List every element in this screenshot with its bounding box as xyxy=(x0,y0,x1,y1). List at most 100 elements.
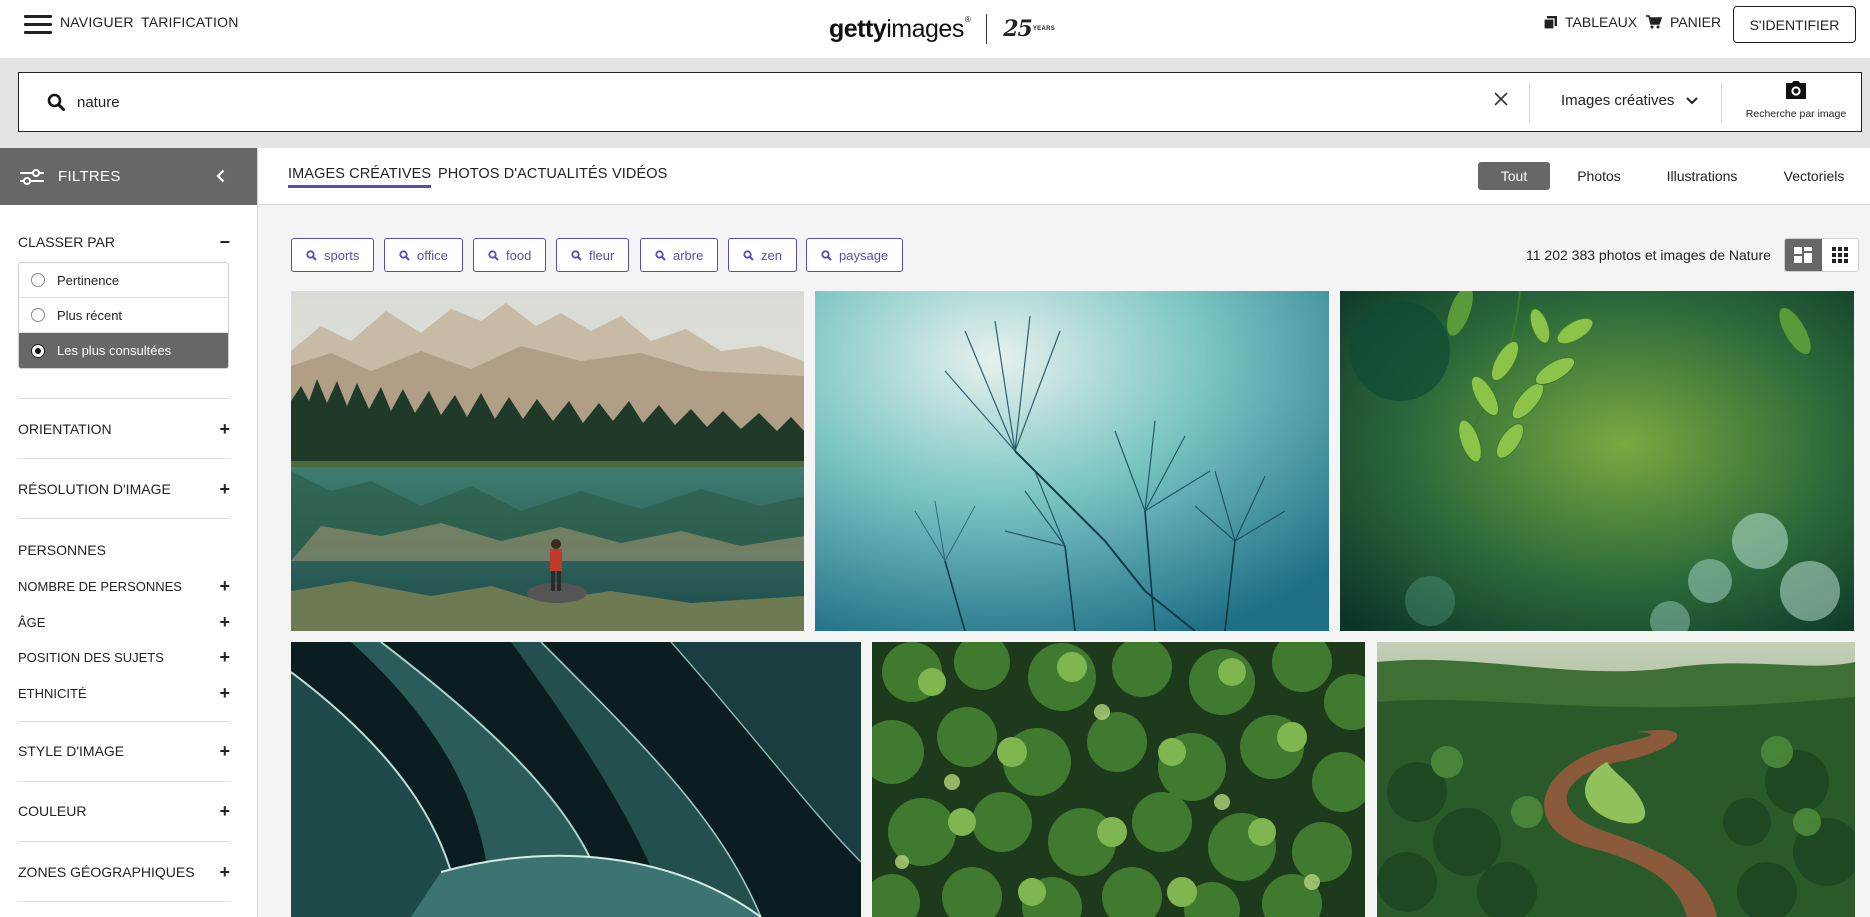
cart-label: PANIER xyxy=(1670,14,1722,30)
sort-section-header[interactable]: CLASSER PAR − xyxy=(18,233,230,251)
logo-bold-text: getty xyxy=(829,14,887,43)
expand-plus-icon: + xyxy=(219,862,230,882)
chip-office[interactable]: office xyxy=(384,238,463,272)
logo-divider xyxy=(986,14,988,44)
filter-label: ÂGE xyxy=(18,614,46,630)
sort-option-newest[interactable]: Plus récent xyxy=(19,298,228,333)
chip-zen[interactable]: zen xyxy=(728,238,797,272)
grid-view-icon xyxy=(1831,247,1848,263)
filter-ethnicity[interactable]: ETHNICITÉ + xyxy=(18,684,230,702)
expand-plus-icon: + xyxy=(219,741,230,761)
result-image-dandelion[interactable] xyxy=(815,291,1329,631)
chip-sports[interactable]: sports xyxy=(291,238,375,272)
chip-fleur[interactable]: fleur xyxy=(556,238,630,272)
sort-options: Pertinence Plus récent Les plus consulté… xyxy=(18,262,229,369)
sort-title: CLASSER PAR xyxy=(18,234,115,250)
boards-link[interactable]: TABLEAUX xyxy=(1544,14,1637,30)
filter-label: COULEUR xyxy=(18,803,87,819)
filter-label: RÉSOLUTION D'IMAGE xyxy=(18,481,171,497)
filter-people-count[interactable]: NOMBRE DE PERSONNES + xyxy=(18,577,230,595)
search-icon xyxy=(743,249,754,261)
search-type-dropdown[interactable]: Images créatives xyxy=(1561,92,1699,109)
search-icon xyxy=(821,249,832,261)
filter-geography[interactable]: ZONES GÉOGRAPHIQUES + xyxy=(18,863,230,881)
chip-paysage[interactable]: paysage xyxy=(806,238,904,272)
expand-plus-icon: + xyxy=(219,419,230,439)
chip-label: office xyxy=(417,247,448,263)
search-input[interactable] xyxy=(75,87,1475,117)
mosaic-view-button[interactable] xyxy=(1785,239,1822,271)
search-area: Images créatives Recherche par image xyxy=(0,58,1870,148)
grid-view-button[interactable] xyxy=(1822,239,1859,271)
image-search-button[interactable]: Recherche par image xyxy=(1741,81,1851,120)
green-leaves-photo xyxy=(1340,291,1854,631)
filter-orientation[interactable]: ORIENTATION + xyxy=(18,420,230,438)
sidebar-divider xyxy=(18,781,230,782)
signin-button[interactable]: S'IDENTIFIER xyxy=(1733,6,1856,43)
result-image-agave[interactable] xyxy=(291,642,861,917)
search-type-label: Images créatives xyxy=(1561,92,1675,109)
tab-creative-images[interactable]: IMAGES CRÉATIVES xyxy=(288,166,432,188)
sort-option-label: Les plus consultées xyxy=(57,343,172,358)
asset-type-all[interactable]: Tout xyxy=(1478,162,1550,190)
chip-label: sports xyxy=(324,247,360,263)
search-icon xyxy=(488,249,499,261)
result-image-mountain-lake[interactable] xyxy=(291,291,804,631)
content-tabs-bar: IMAGES CRÉATIVES PHOTOS D'ACTUALITÉS VID… xyxy=(259,148,1870,205)
sidebar-divider xyxy=(18,398,230,399)
sidebar-divider xyxy=(18,841,230,842)
camera-icon xyxy=(1786,81,1806,99)
view-toggle xyxy=(1784,238,1859,272)
getty-images-logo[interactable]: gettyimages® 25 YEARS xyxy=(829,8,1055,50)
search-bar: Images créatives Recherche par image xyxy=(18,72,1862,132)
boards-icon xyxy=(1544,15,1557,29)
sort-option-relevance[interactable]: Pertinence xyxy=(19,263,228,298)
filter-label: NOMBRE DE PERSONNES xyxy=(18,578,182,594)
aerial-forest-photo xyxy=(872,642,1365,917)
filter-subject-position[interactable]: POSITION DES SUJETS + xyxy=(18,648,230,666)
tab-editorial-photos[interactable]: PHOTOS D'ACTUALITÉS xyxy=(438,166,608,182)
sort-option-label: Plus récent xyxy=(57,307,123,323)
logo-light-text: images xyxy=(886,14,964,43)
search-icon xyxy=(655,249,666,261)
mountain-lake-photo xyxy=(291,291,804,631)
sliders-icon xyxy=(20,168,44,185)
radio-icon xyxy=(31,308,45,322)
chevron-down-icon xyxy=(1686,96,1699,104)
result-count: 11 202 383 photos et images de Nature xyxy=(1526,247,1771,263)
chevron-left-icon[interactable] xyxy=(216,169,225,183)
filter-label: ORIENTATION xyxy=(18,421,112,437)
filter-image-style[interactable]: STYLE D'IMAGE + xyxy=(18,742,230,760)
asset-type-photos[interactable]: Photos xyxy=(1564,162,1634,190)
hamburger-menu-icon[interactable] xyxy=(24,15,52,35)
expand-plus-icon: + xyxy=(219,801,230,821)
people-section-title: PERSONNES xyxy=(18,542,106,558)
expand-plus-icon: + xyxy=(219,612,230,632)
agave-photo xyxy=(291,642,861,917)
chip-label: food xyxy=(506,247,532,263)
clear-search-icon[interactable] xyxy=(1493,91,1509,107)
asset-type-illustrations[interactable]: Illustrations xyxy=(1652,162,1752,190)
result-image-green-leaves[interactable] xyxy=(1340,291,1854,631)
search-icon[interactable] xyxy=(47,93,65,111)
filters-label: FILTRES xyxy=(58,168,121,185)
tab-videos[interactable]: VIDÉOS xyxy=(612,166,667,182)
sort-option-most-popular[interactable]: Les plus consultées xyxy=(19,333,228,368)
filter-color[interactable]: COULEUR + xyxy=(18,802,230,820)
filter-label: ZONES GÉOGRAPHIQUES xyxy=(18,864,195,880)
asset-type-vectors[interactable]: Vectoriels xyxy=(1769,162,1859,190)
search-icon xyxy=(571,249,582,261)
river-valley-photo xyxy=(1377,642,1855,917)
chip-label: paysage xyxy=(839,247,889,263)
chip-arbre[interactable]: arbre xyxy=(640,238,719,272)
nav-pricing-link[interactable]: TARIFICATION xyxy=(141,14,239,30)
filter-resolution[interactable]: RÉSOLUTION D'IMAGE + xyxy=(18,480,230,498)
cart-link[interactable]: PANIER xyxy=(1646,14,1721,30)
result-image-aerial-forest[interactable] xyxy=(872,642,1365,917)
nav-browse-link[interactable]: NAVIGUER xyxy=(60,14,134,30)
chip-food[interactable]: food xyxy=(473,238,547,272)
filter-age[interactable]: ÂGE + xyxy=(18,613,230,631)
dandelion-photo xyxy=(815,291,1329,631)
result-image-river-valley[interactable] xyxy=(1377,642,1855,917)
radio-icon xyxy=(31,273,45,287)
